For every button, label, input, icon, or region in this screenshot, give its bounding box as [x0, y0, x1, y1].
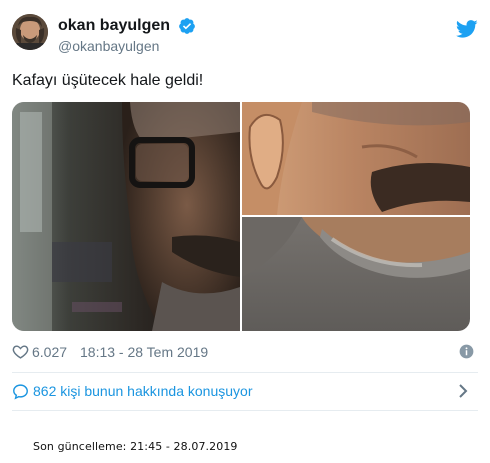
- like-count: 6.027: [32, 343, 68, 360]
- avatar[interactable]: [12, 14, 48, 50]
- chevron-right-icon: [459, 384, 468, 398]
- verified-badge-icon: [179, 18, 196, 34]
- tweet-meta: 6.027 18:13 - 28 Tem 2019: [12, 342, 478, 362]
- last-updated: Son güncelleme: 21:45 - 28.07.2019: [33, 440, 238, 453]
- info-icon[interactable]: [459, 344, 474, 359]
- tweet-timestamp[interactable]: 18:13 - 28 Tem 2019: [80, 344, 208, 360]
- avatar-image: [12, 14, 48, 50]
- display-name[interactable]: okan bayulgen: [58, 16, 170, 36]
- like-button[interactable]: 6.027: [12, 343, 67, 360]
- tweet-card: okan bayulgen @okanbayulgen Kafayı üşüte…: [0, 0, 490, 418]
- divider: [12, 372, 478, 373]
- media-grid: [12, 102, 470, 331]
- tweet-photo-2[interactable]: [242, 102, 470, 215]
- tweet-header: okan bayulgen @okanbayulgen: [12, 12, 478, 58]
- conversation-text: 862 kişi bunun hakkında konuşuyor: [33, 383, 253, 399]
- photo-image: [242, 217, 470, 331]
- conversation-link[interactable]: 862 kişi bunun hakkında konuşuyor: [12, 380, 478, 404]
- user-handle[interactable]: @okanbayulgen: [58, 37, 196, 55]
- user-info: okan bayulgen @okanbayulgen: [58, 16, 196, 55]
- tweet-text: Kafayı üşütecek hale geldi!: [12, 72, 204, 89]
- heart-icon: [12, 345, 29, 359]
- photo-image: [12, 102, 240, 331]
- tweet-photo-3[interactable]: [242, 217, 470, 331]
- divider: [12, 410, 478, 411]
- tweet-photo-1[interactable]: [12, 102, 240, 331]
- comment-bubble-icon: [13, 384, 28, 400]
- photo-image: [242, 102, 470, 215]
- twitter-bird-icon[interactable]: [456, 18, 478, 40]
